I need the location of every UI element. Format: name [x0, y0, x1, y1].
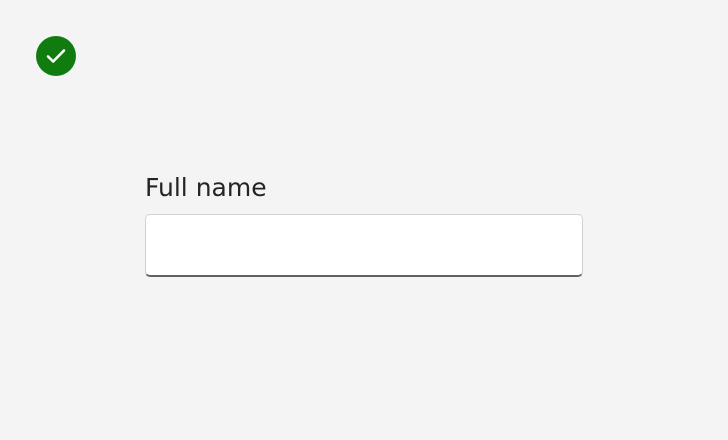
checkmark-icon	[46, 49, 66, 63]
full-name-input[interactable]	[145, 214, 583, 277]
full-name-label: Full name	[145, 173, 267, 202]
success-checkmark-icon	[36, 36, 76, 76]
